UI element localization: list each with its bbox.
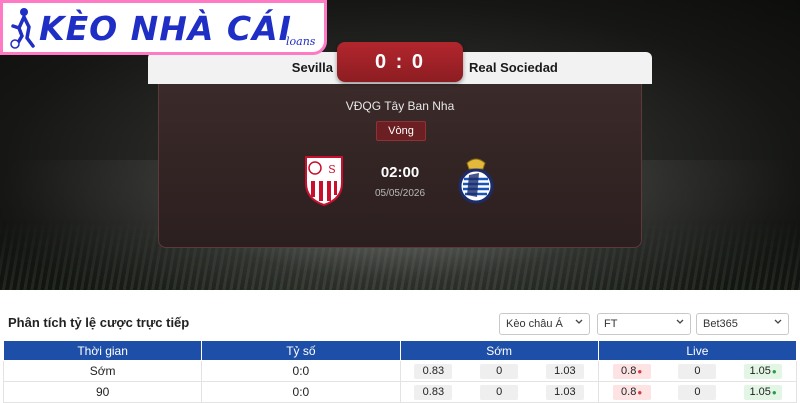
kickoff-time: 02:00: [380, 164, 420, 181]
live-away-odds[interactable]: 1.05●: [744, 363, 783, 379]
market-select[interactable]: Kèo châu Á: [499, 313, 590, 335]
league-name[interactable]: VĐQG Tây Ban Nha: [159, 99, 641, 113]
early-away-odds[interactable]: 1.03: [545, 384, 584, 400]
live-odds-cell: 0.8● 0 1.05●: [597, 360, 798, 382]
period-select[interactable]: FT: [597, 313, 691, 335]
brand-name: KÈO NHÀ CÁI: [39, 9, 292, 48]
column-header-time: Thời gian: [2, 340, 203, 361]
soccer-player-icon: [10, 8, 35, 49]
bookmaker-select[interactable]: Bet365: [696, 313, 789, 335]
early-away-odds[interactable]: 1.03: [545, 363, 584, 379]
live-home-odds-value: 0.8: [621, 364, 637, 377]
match-score: 0 : 0: [337, 42, 463, 82]
live-home-odds[interactable]: 0.8●: [612, 384, 651, 400]
home-team-name[interactable]: Sevilla: [148, 52, 333, 84]
live-home-odds-value: 0.8: [621, 385, 637, 398]
arrow-down-icon: ●: [637, 366, 643, 376]
early-odds-cell: 0.83 0 1.03: [399, 381, 599, 403]
site-logo[interactable]: KÈO NHÀ CÁI loans: [0, 0, 327, 55]
real-sociedad-crest-icon[interactable]: [453, 155, 499, 207]
odds-table: Thời gian Tỷ số Sớm Live Sớm 0:0 0.83 0 …: [2, 340, 798, 403]
market-select-value: Kèo châu Á: [506, 318, 563, 330]
row-time: 90: [2, 381, 203, 403]
match-info-panel: VĐQG Tây Ban Nha Vòng S 02:00 05/05/2026: [158, 84, 642, 248]
odds-title: Phân tích tỷ lệ cược trực tiếp: [8, 315, 190, 330]
live-away-odds-value: 1.05: [749, 364, 771, 377]
early-home-odds[interactable]: 0.83: [414, 363, 453, 379]
bookmaker-select-value: Bet365: [703, 318, 738, 330]
live-odds-cell: 0.8● 0 1.05●: [597, 381, 798, 403]
early-odds-cell: 0.83 0 1.03: [399, 360, 599, 382]
arrow-down-icon: ●: [637, 387, 643, 397]
row-time: Sớm: [2, 360, 203, 382]
live-away-odds-value: 1.05: [749, 385, 771, 398]
sevilla-crest-icon[interactable]: S: [302, 155, 346, 207]
away-team-name[interactable]: Real Sociedad: [467, 52, 652, 84]
column-header-live: Live: [597, 340, 798, 361]
table-row[interactable]: Sớm 0:0 0.83 0 1.03 0.8● 0 1.05●: [2, 360, 798, 382]
live-away-odds[interactable]: 1.05●: [744, 384, 783, 400]
odds-section: Phân tích tỷ lệ cược trực tiếp Kèo châu …: [0, 306, 800, 403]
table-row[interactable]: 90 0:0 0.83 0 1.03 0.8● 0 1.05●: [2, 381, 798, 403]
column-header-score: Tỷ số: [201, 340, 401, 361]
chevron-down-icon: [676, 319, 684, 324]
live-handicap[interactable]: 0: [678, 384, 717, 400]
early-handicap[interactable]: 0: [480, 363, 519, 379]
match-date: 05/05/2026: [374, 188, 426, 199]
column-header-early: Sớm: [399, 340, 599, 361]
early-home-odds[interactable]: 0.83: [414, 384, 453, 400]
arrow-up-icon: ●: [771, 387, 777, 397]
row-score: 0:0: [201, 381, 401, 403]
arrow-up-icon: ●: [771, 366, 777, 376]
chevron-down-icon: [774, 319, 782, 324]
table-header-row: Thời gian Tỷ số Sớm Live: [2, 340, 798, 361]
row-score: 0:0: [201, 360, 401, 382]
live-home-odds[interactable]: 0.8●: [612, 363, 651, 379]
live-handicap[interactable]: 0: [678, 363, 717, 379]
round-badge: Vòng: [376, 121, 426, 141]
early-handicap[interactable]: 0: [480, 384, 519, 400]
brand-subtitle: loans: [286, 35, 316, 48]
chevron-down-icon: [575, 319, 583, 324]
period-select-value: FT: [604, 318, 618, 330]
